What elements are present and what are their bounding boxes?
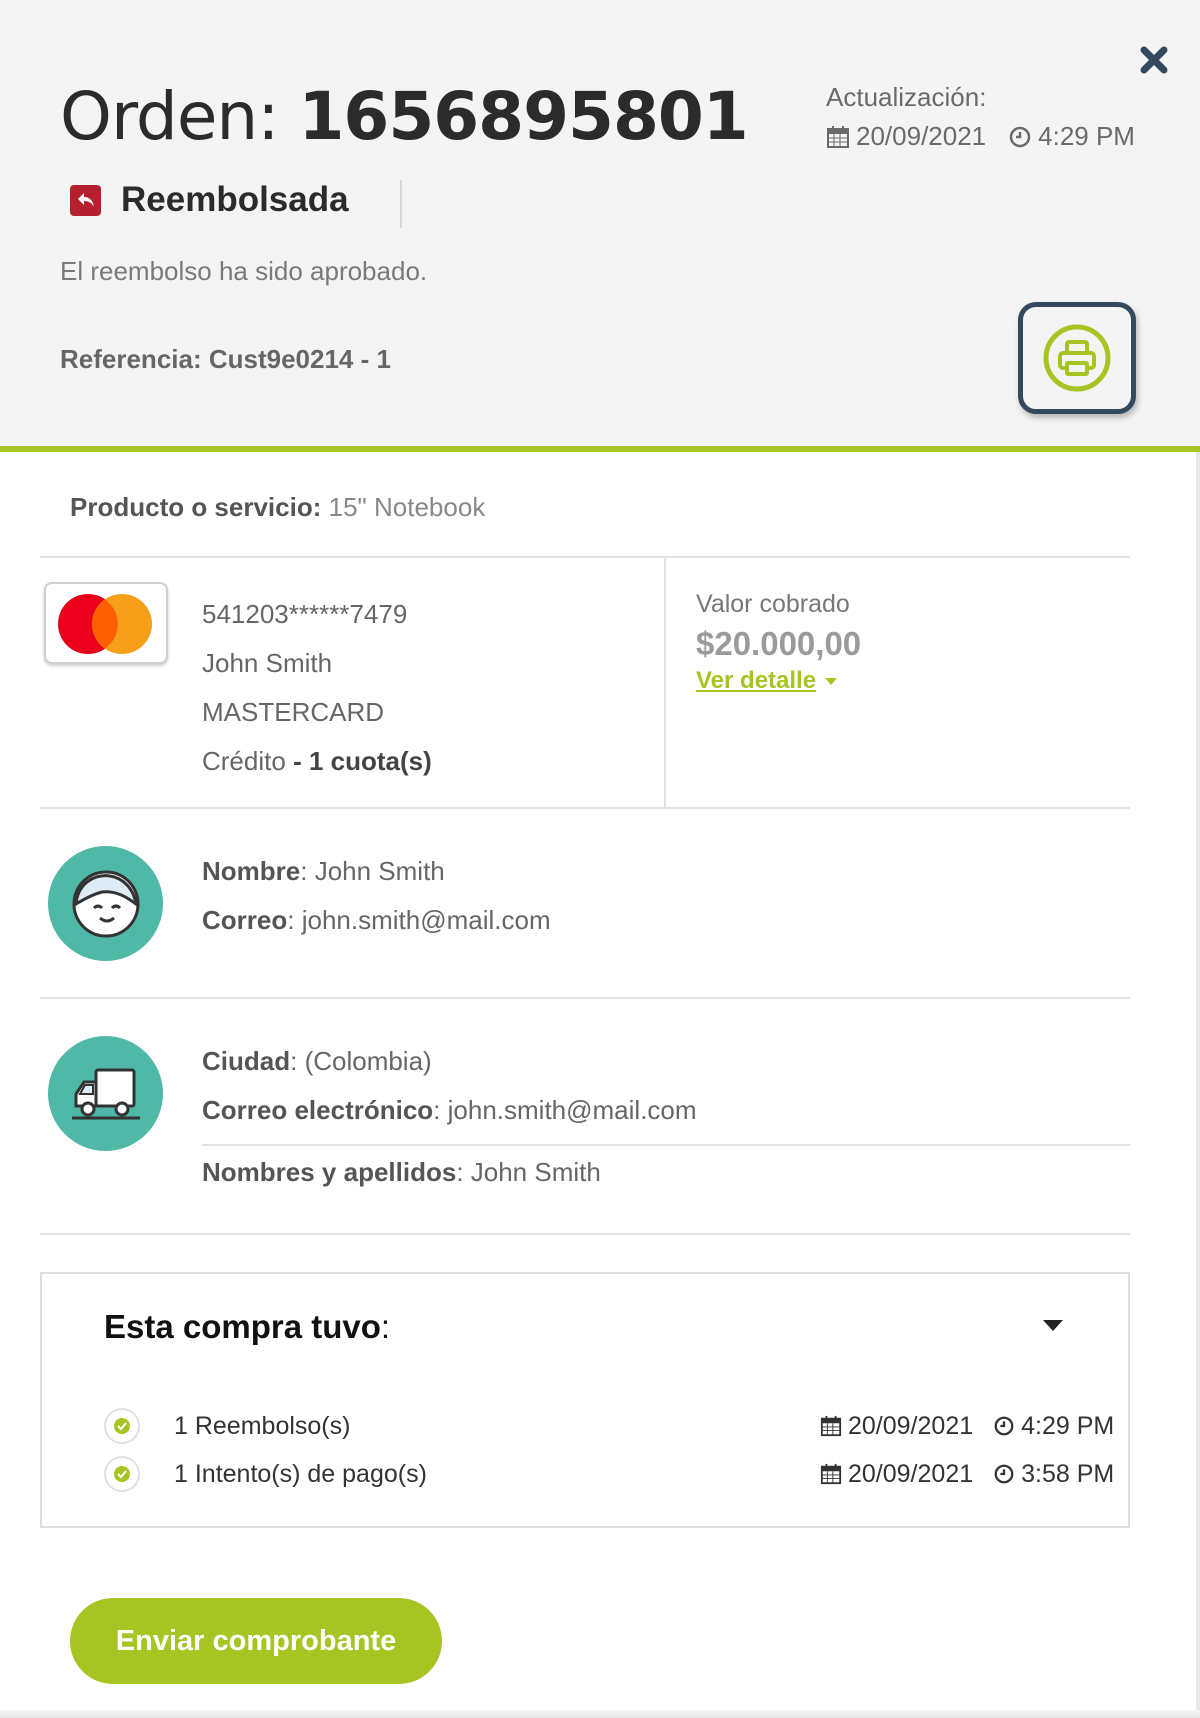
customer-email-row: Correo: john.smith@mail.com (202, 905, 551, 935)
product-info: Producto o servicio: 15" Notebook (70, 492, 486, 522)
printer-icon (1043, 324, 1111, 392)
card-info: 541203******7479 John Smith MASTERCARD C… (202, 590, 432, 786)
purchase-history-title-text: Esta compra tuvo (104, 1308, 381, 1345)
divider (664, 558, 666, 808)
print-button[interactable] (1018, 302, 1136, 414)
customer-name-label: Nombre (202, 856, 301, 886)
customer-email-label: Correo (202, 905, 288, 935)
card-type-row: Crédito - 1 cuota(s) (202, 737, 432, 786)
purchase-history-panel: Esta compra tuvo: 1 Reembolso(s) 20/09/2… (40, 1272, 1130, 1528)
divider (40, 807, 1130, 809)
history-event-label: 1 Intento(s) de pago(s) (174, 1459, 427, 1488)
status-row: Reembolsada (70, 180, 349, 220)
shipping-fullname-label: Nombres y apellidos (202, 1157, 457, 1187)
close-icon (1140, 46, 1168, 74)
view-detail-link[interactable]: Ver detalle (696, 667, 838, 695)
calendar-icon (820, 1463, 842, 1485)
history-event: 1 Reembolso(s) 20/09/2021 4:29 PM (104, 1406, 1114, 1446)
close-button[interactable] (1138, 42, 1170, 78)
status-badge: Reembolsada (121, 180, 349, 219)
product-label: Producto o servicio (70, 492, 313, 522)
divider (40, 1233, 1130, 1235)
caret-down-icon (825, 678, 838, 685)
customer-info: Nombre: John Smith Correo: john.smith@ma… (202, 847, 551, 945)
order-number: 1656895801 (298, 78, 748, 155)
history-event-label: 1 Reembolso(s) (174, 1411, 351, 1440)
history-event: 1 Intento(s) de pago(s) 20/09/2021 3:58 … (104, 1454, 1114, 1494)
purchase-history-title: Esta compra tuvo: (104, 1308, 391, 1345)
shipping-email: john.smith@mail.com (447, 1095, 697, 1125)
check-icon (104, 1456, 140, 1492)
history-event-datetime: 20/09/2021 4:29 PM (820, 1412, 1114, 1441)
refund-icon (70, 184, 101, 216)
charged-info: Valor cobrado $20.000,00 Ver detalle (696, 590, 861, 695)
customer-email: john.smith@mail.com (301, 905, 551, 935)
update-info: Actualización: 20/09/2021 4:29 PM (826, 82, 1135, 152)
card-type: Crédito (202, 746, 286, 776)
shipping-fullname-row: Nombres y apellidos: John Smith (202, 1157, 601, 1187)
divider (40, 556, 1130, 558)
send-receipt-button[interactable]: Enviar comprobante (70, 1598, 442, 1684)
mastercard-logo (44, 582, 168, 664)
order-reference: Referencia: Cust9e0214 - 1 (60, 344, 391, 374)
chevron-down-icon[interactable] (1042, 1318, 1064, 1337)
update-time: 4:29 PM (1038, 121, 1135, 151)
shipping-email-label: Correo electrónico (202, 1095, 434, 1125)
panel-edge (0, 1710, 1200, 1718)
check-icon (104, 1408, 140, 1444)
customer-name: John Smith (314, 856, 445, 886)
charged-label: Valor cobrado (696, 590, 850, 618)
page-title: Orden: 1656895801 (60, 78, 749, 155)
shipping-city-row: Ciudad: (Colombia) (202, 1046, 432, 1076)
shipping-city-label: Ciudad (202, 1046, 291, 1076)
card-number: 541203******7479 (202, 599, 408, 629)
delivery-truck-icon (48, 1036, 163, 1151)
calendar-icon (827, 125, 849, 148)
card-installments: - 1 cuota(s) (293, 746, 432, 776)
divider (40, 997, 1130, 999)
divider (202, 1144, 1130, 1146)
shipping-info: Ciudad: (Colombia) Correo electrónico: j… (202, 1037, 697, 1135)
card-brand: MASTERCARD (202, 697, 385, 727)
view-detail-label: Ver detalle (696, 667, 817, 694)
shipping-email-row: Correo electrónico: john.smith@mail.com (202, 1095, 697, 1125)
calendar-icon (820, 1415, 842, 1437)
history-event-time: 3:58 PM (1021, 1459, 1115, 1488)
clock-icon (1009, 126, 1031, 147)
title-prefix: Orden: (60, 78, 299, 155)
divider (400, 180, 402, 228)
shipping-city: (Colombia) (304, 1046, 432, 1076)
customer-name-row: Nombre: John Smith (202, 856, 445, 886)
card-holder: John Smith (202, 648, 333, 678)
history-event-datetime: 20/09/2021 3:58 PM (820, 1460, 1114, 1489)
shipping-fullname: John Smith (470, 1157, 601, 1187)
product-value: 15" Notebook (328, 492, 486, 522)
clock-icon (994, 1416, 1014, 1436)
history-event-date: 20/09/2021 (848, 1411, 974, 1440)
customer-avatar-icon (48, 846, 163, 961)
panel-edge (1196, 452, 1200, 1718)
charged-amount: $20.000,00 (696, 625, 862, 662)
clock-icon (994, 1464, 1014, 1484)
status-message: El reembolso ha sido aprobado. (60, 256, 428, 286)
history-event-time: 4:29 PM (1021, 1411, 1115, 1440)
update-label: Actualización: (826, 82, 987, 112)
order-header: Orden: 1656895801 Actualización: 20/09/2… (0, 0, 1200, 452)
history-event-date: 20/09/2021 (848, 1459, 974, 1488)
update-date: 20/09/2021 (856, 121, 987, 151)
